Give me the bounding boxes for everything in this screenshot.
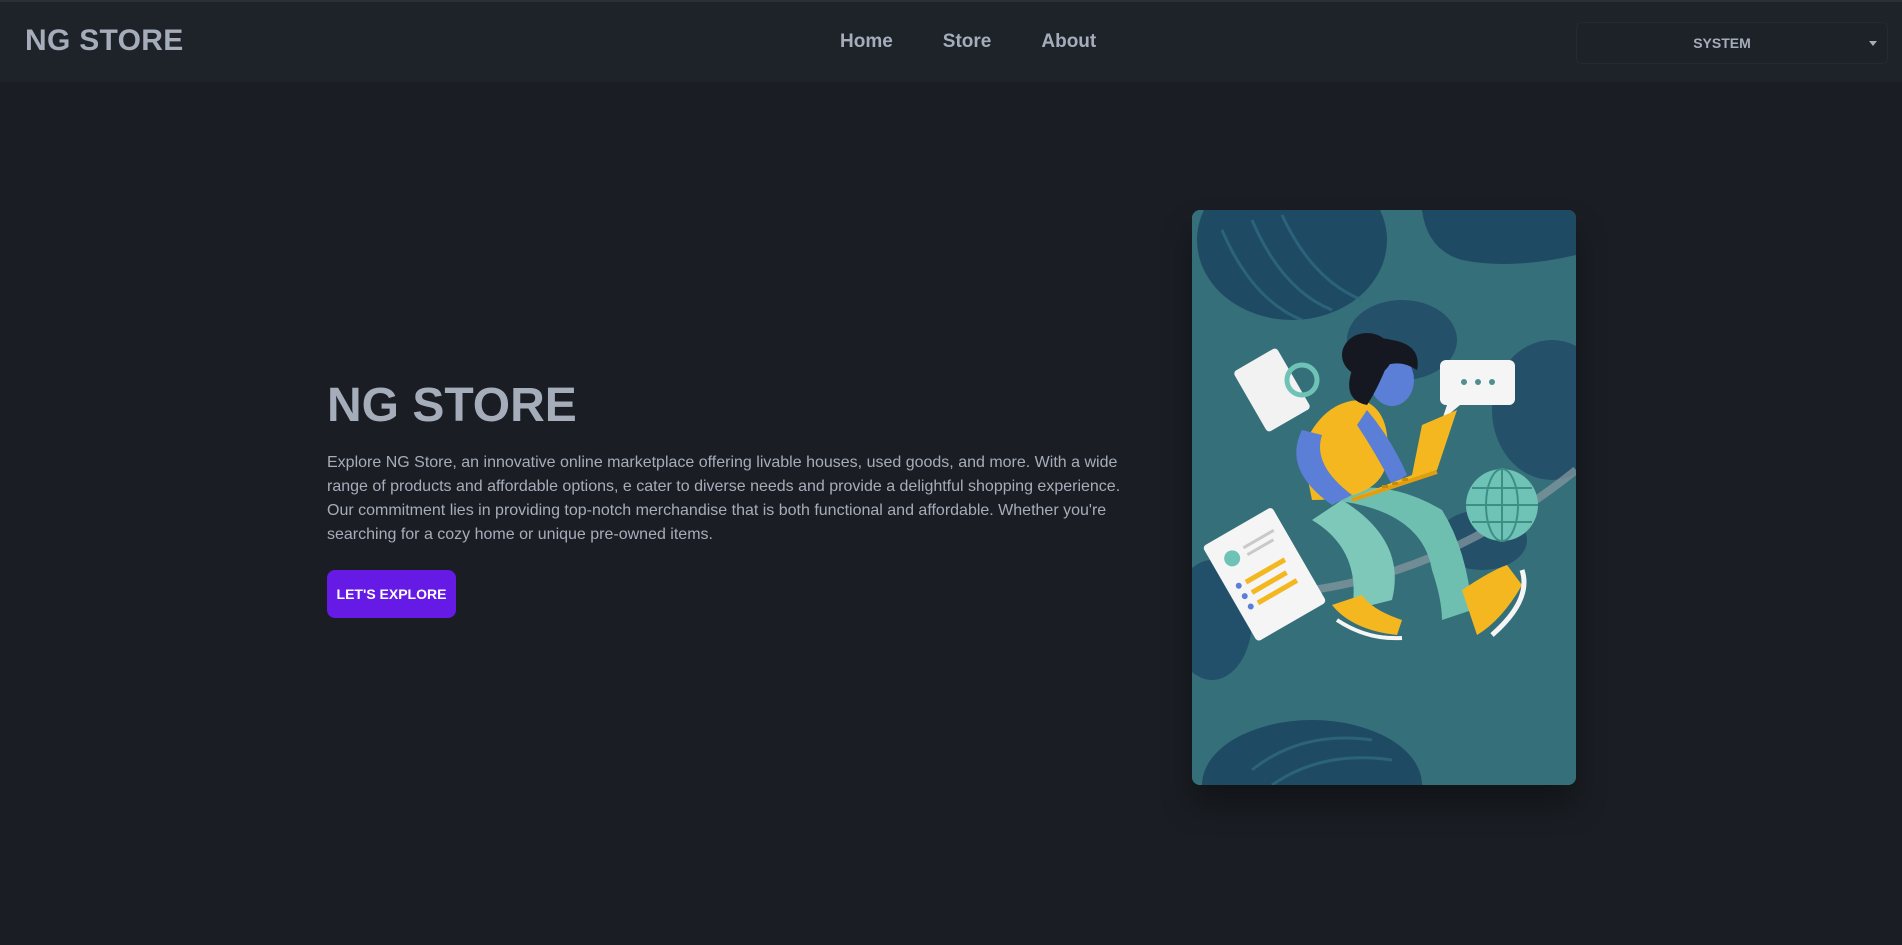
woman-with-laptop-illustration [1192, 210, 1576, 785]
navbar: NG STORE Home Store About SYSTEM [0, 0, 1902, 82]
theme-select-value: SYSTEM [1693, 35, 1751, 51]
nav-link-store[interactable]: Store [918, 30, 1017, 54]
hero-title: NG STORE [327, 379, 577, 432]
caret-down-icon [1869, 41, 1877, 46]
hero-image [1192, 210, 1576, 785]
brand-logo[interactable]: NG STORE [25, 24, 184, 58]
hero-description: Explore NG Store, an innovative online m… [327, 454, 1121, 543]
theme-select[interactable]: SYSTEM [1576, 22, 1888, 64]
nav-link-home[interactable]: Home [815, 30, 918, 54]
nav-link-about[interactable]: About [1016, 30, 1121, 54]
lets-explore-button[interactable]: LET'S EXPLORE [327, 570, 456, 618]
nav-links: Home Store About [815, 30, 1121, 54]
